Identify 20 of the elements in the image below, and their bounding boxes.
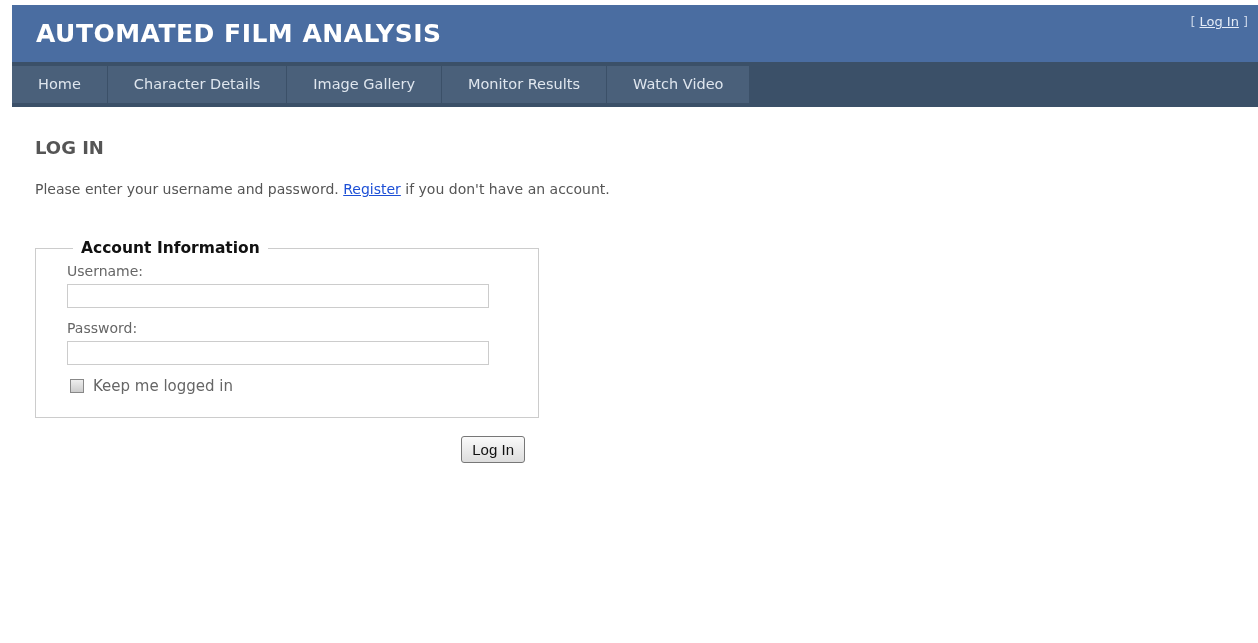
nav-tab[interactable]: Monitor Results: [441, 66, 608, 103]
login-button[interactable]: Log In: [461, 436, 525, 463]
register-link[interactable]: Register: [343, 181, 401, 197]
input-field[interactable]: [67, 284, 489, 308]
field-label: Username:: [67, 263, 145, 279]
bracket-text: [: [1190, 14, 1196, 29]
page-heading: LOG IN: [35, 137, 105, 158]
nav-tab[interactable]: Watch Video: [607, 66, 751, 103]
checkbox[interactable]: [70, 379, 84, 393]
panel-legend: Account Information: [73, 239, 268, 257]
field-label: Password:: [67, 320, 139, 336]
bracket-text: ]: [1242, 14, 1248, 29]
nav-tab[interactable]: Character Details: [107, 66, 288, 103]
input-field[interactable]: [67, 341, 489, 365]
checkbox-label: Keep me logged in: [93, 377, 234, 395]
nav-tab[interactable]: Home: [12, 66, 108, 103]
site-title: AUTOMATED FILM ANALYSIS: [36, 19, 442, 48]
login-link[interactable]: Log In: [1199, 14, 1239, 29]
nav-tab[interactable]: Image Gallery: [287, 66, 442, 103]
instruction-text: Please enter your username and password. Register if you don't have an account.: [35, 181, 611, 197]
